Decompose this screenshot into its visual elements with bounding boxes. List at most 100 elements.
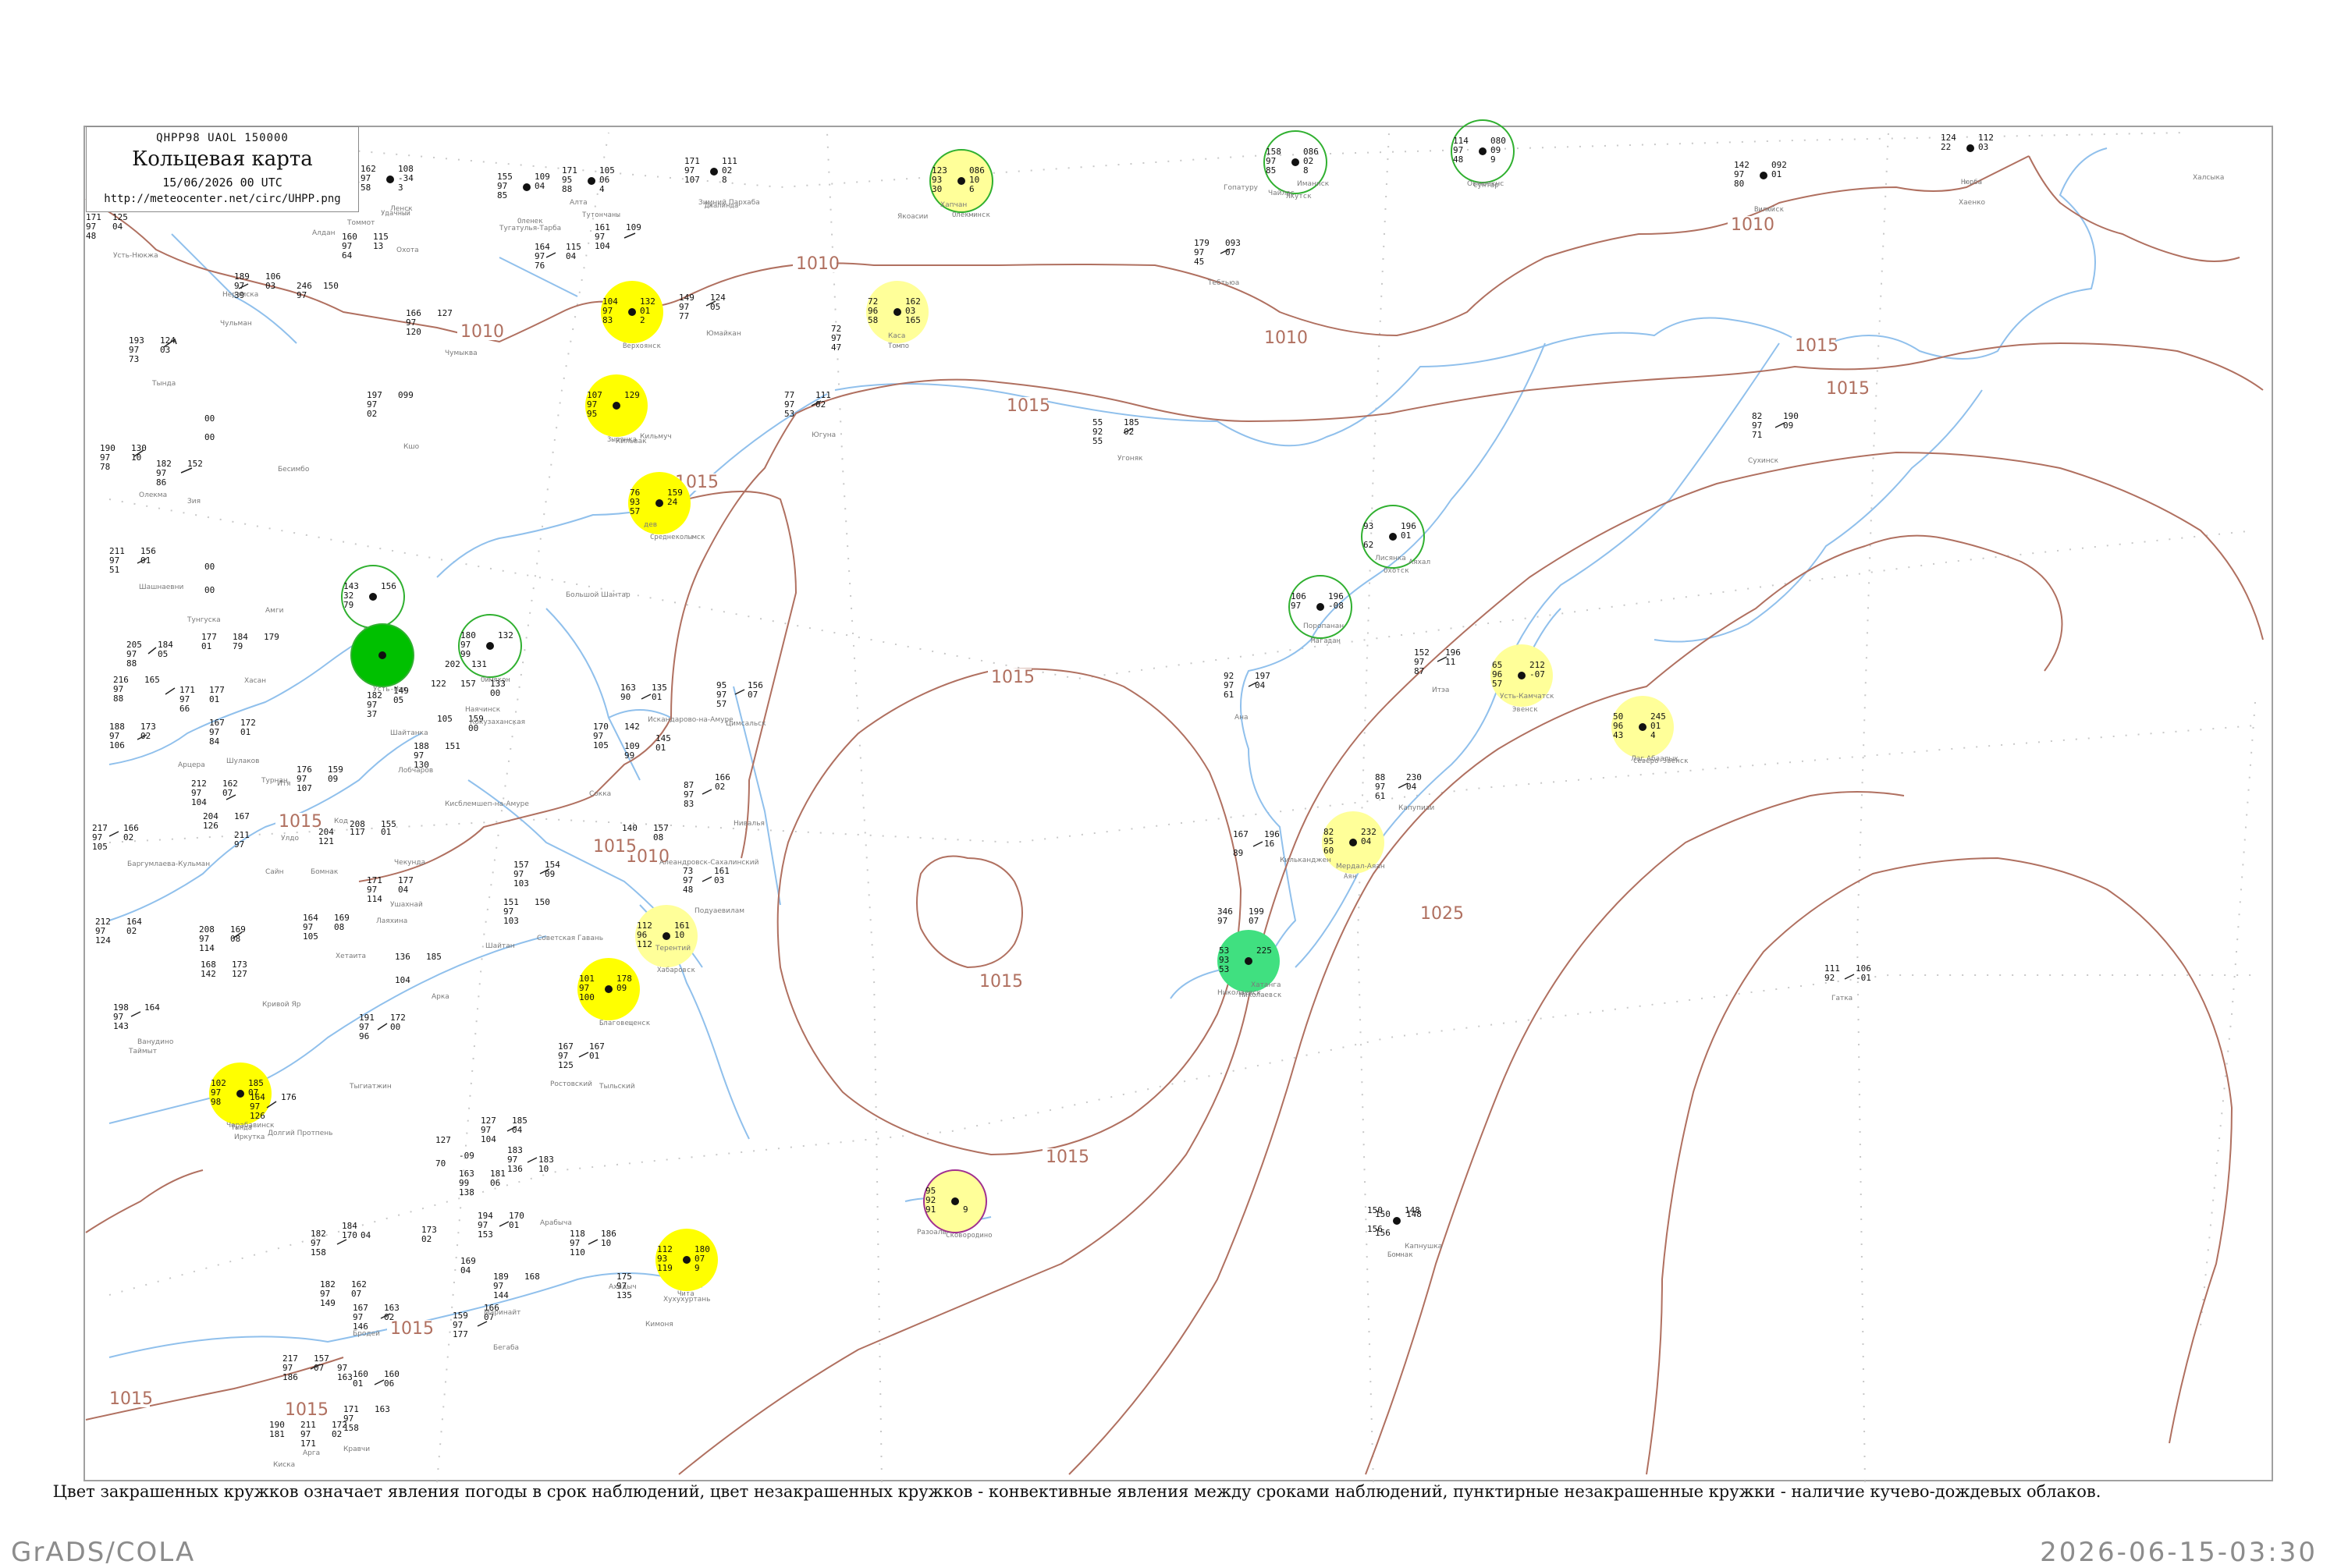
station-circle-icon [951,1197,959,1205]
station-value-left: 62 [1363,540,1373,550]
svg-text:153: 153 [478,1229,493,1240]
station-circle-icon [1291,158,1299,166]
isobar-label: 1015 [1826,379,1870,399]
station-name: Охотск [1384,567,1409,575]
svg-text:00: 00 [204,413,215,424]
svg-text:01: 01 [589,1051,599,1061]
station-circle-icon [1760,172,1767,179]
station-value-left: 80 [1734,179,1744,189]
svg-text:04: 04 [460,1265,471,1275]
svg-text:07: 07 [1249,916,1259,926]
svg-text:02: 02 [715,782,725,792]
svg-text:142: 142 [201,969,216,979]
svg-text:09: 09 [1783,420,1793,431]
svg-text:Тунгуска: Тунгуска [186,616,221,624]
svg-text:148: 148 [1406,1209,1422,1219]
svg-text:Шайтанка: Шайтанка [390,729,428,737]
svg-text:163: 163 [375,1404,390,1414]
svg-text:97: 97 [1217,916,1227,926]
svg-text:Амги: Амги [265,607,284,615]
station-value-right: 09 [616,983,627,993]
station-plot: Усть-Мая [350,623,414,694]
station-value-right: 2 [640,315,645,325]
station-name: Магадан [1311,637,1341,645]
isobar-label: 1010 [460,322,504,342]
svg-text:Чекунда: Чекунда [394,859,425,867]
svg-text:Шайтан: Шайтан [485,942,515,950]
svg-text:170: 170 [342,1230,357,1240]
svg-text:00: 00 [490,688,500,698]
station-circle-icon [893,308,901,316]
svg-text:04: 04 [361,1230,371,1240]
station-circle-icon [1393,1217,1401,1225]
station-value-right: -08 [1328,601,1344,611]
svg-text:Шулаков: Шулаков [226,757,259,765]
svg-text:131: 131 [471,659,487,669]
svg-text:48: 48 [86,231,96,241]
isobar-label: 1015 [979,972,1023,992]
svg-text:150: 150 [323,281,339,291]
isobar-label: 1015 [1007,396,1050,416]
svg-text:Охота: Охота [396,247,419,254]
station-plot: 11293119180079Чита [655,1229,718,1298]
legend-code-line: QHPP98 UAOL 150000 [156,132,289,144]
station-value-left: 98 [211,1097,221,1107]
svg-text:Советская Гавань: Советская Гавань [537,935,603,942]
station-value-left: 22 [1941,142,1951,152]
svg-text:10: 10 [131,452,141,463]
svg-text:176: 176 [281,1092,297,1102]
svg-text:Томмот: Томмот [346,219,375,227]
svg-text:Ленск: Ленск [390,205,413,213]
svg-text:79: 79 [233,641,243,651]
svg-text:103: 103 [513,878,529,889]
svg-text:114: 114 [367,894,382,904]
svg-text:136: 136 [395,952,410,962]
svg-text:90: 90 [620,692,631,702]
svg-text:Киска: Киска [273,1461,295,1469]
svg-text:дев: дев [644,521,657,529]
svg-text:04: 04 [398,885,409,895]
svg-text:Кисблемшеп-на-Амуре: Кисблемшеп-на-Амуре [445,800,529,808]
svg-text:179: 179 [264,632,279,642]
svg-text:97: 97 [234,839,244,850]
svg-text:05: 05 [393,695,403,705]
station-plot: 1433279156Чокурдах [341,565,405,635]
svg-text:Ванудино: Ванудино [137,1038,174,1046]
svg-text:04: 04 [566,251,577,261]
svg-text:Ушахнай: Ушахнай [390,901,423,909]
svg-text:Подуаевилам: Подуаевилам [694,907,744,915]
svg-text:Кравчи: Кравчи [343,1446,370,1453]
station-name: Аян [1344,873,1356,881]
footer-software-label: GrADS/COLA [11,1537,196,1568]
svg-text:135: 135 [616,1290,632,1300]
svg-text:88: 88 [126,658,137,669]
svg-text:88: 88 [113,694,123,704]
svg-text:Арга: Арга [303,1449,320,1457]
station-plot: 142978009201Вилюйск [1734,160,1787,214]
svg-text:99: 99 [624,750,634,761]
svg-text:Зимний Пархаба: Зимний Пархаба [698,199,760,207]
station-name: Верхоянск [623,342,661,350]
station-value-right: 04 [535,181,545,191]
svg-text:121: 121 [318,836,334,846]
station-plot: 1019710017809Благовещенск [577,958,651,1027]
station-value-left: 85 [1266,165,1276,176]
svg-text:78: 78 [100,462,110,472]
svg-text:117: 117 [350,827,365,837]
svg-text:158: 158 [311,1247,326,1258]
station-circle-icon [1349,839,1357,846]
svg-text:127: 127 [232,969,247,979]
station-value-left: 43 [1613,730,1623,740]
station-plot: 659657212-07Эвенск [1490,644,1553,714]
svg-text:104: 104 [191,797,207,807]
svg-text:02: 02 [332,1429,342,1439]
svg-text:105: 105 [437,714,453,724]
station-value-right: 9 [694,1263,700,1273]
isobar-label: 1010 [1264,328,1308,348]
svg-text:61: 61 [1375,791,1385,801]
svg-text:00: 00 [390,1022,400,1032]
svg-text:00: 00 [204,562,215,572]
station-value-right: 10 [674,930,684,940]
station-circle-icon [1316,603,1324,611]
svg-text:185: 185 [426,952,442,962]
